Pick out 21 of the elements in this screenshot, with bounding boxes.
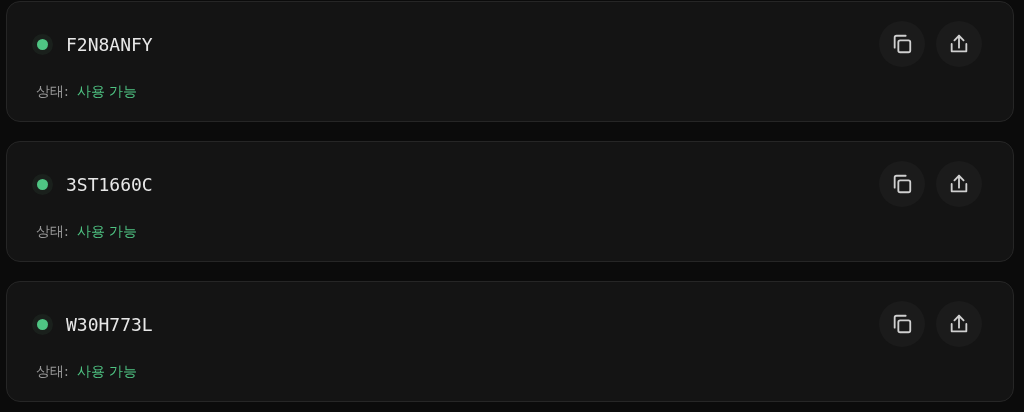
status-value: 사용 가능 xyxy=(76,222,138,241)
copy-button[interactable] xyxy=(879,161,925,207)
status-label: 상태: xyxy=(36,362,69,381)
share-icon xyxy=(948,313,970,335)
status-value: 사용 가능 xyxy=(76,362,138,381)
code-text: W30H773L xyxy=(66,313,153,335)
status-label: 상태: xyxy=(36,82,69,101)
share-button[interactable] xyxy=(936,161,982,207)
share-icon xyxy=(948,33,970,55)
copy-icon xyxy=(891,173,913,195)
copy-icon xyxy=(891,33,913,55)
share-button[interactable] xyxy=(936,301,982,347)
copy-button[interactable] xyxy=(879,301,925,347)
copy-button[interactable] xyxy=(879,21,925,67)
status-label: 상태: xyxy=(36,222,69,241)
share-button[interactable] xyxy=(936,21,982,67)
code-text: 3ST1660C xyxy=(66,173,153,195)
copy-icon xyxy=(891,313,913,335)
share-icon xyxy=(948,173,970,195)
code-text: F2N8ANFY xyxy=(66,33,153,55)
status-value: 사용 가능 xyxy=(76,82,138,101)
